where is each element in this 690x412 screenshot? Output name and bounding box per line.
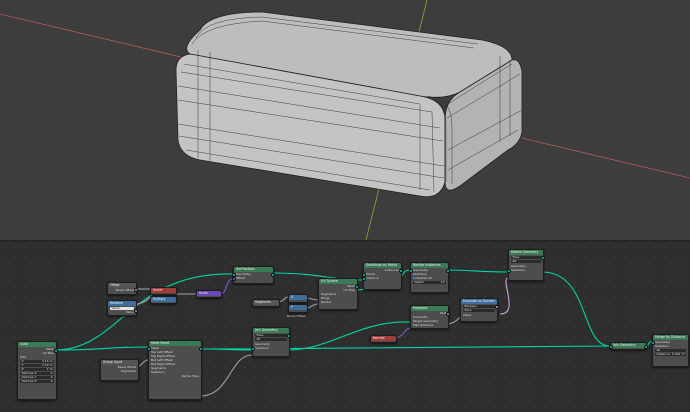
- link-evaluate-to-delete: [499, 277, 510, 315]
- node-cube[interactable]: Cube Mesh UV Map Size X 2.15 m Y 1.34 m Z1…: [17, 341, 58, 400]
- node-distribute-points[interactable]: Distribute on Points Instances Points In…: [362, 262, 403, 290]
- merge-distance-field[interactable]: Distance 0.001 m: [655, 352, 686, 356]
- node-links: [54, 269, 653, 397]
- evaluate-domain-dropdown[interactable]: Face: [463, 308, 495, 312]
- realize-depth-field[interactable]: Depth 10: [413, 280, 446, 284]
- evaluate-type-dropdown[interactable]: Boolean: [463, 304, 495, 308]
- delete-geometry-socket[interactable]: [507, 269, 512, 274]
- 3d-viewport[interactable]: [0, 0, 690, 240]
- node-join-geometry[interactable]: Join Geometry: [609, 342, 648, 350]
- merge-mode-dropdown[interactable]: All: [655, 348, 686, 352]
- node-merge-by-distance[interactable]: Merge by Distance Geometry Selection All…: [651, 334, 689, 367]
- cube-size-y-field[interactable]: Y 1.34 m: [20, 363, 54, 367]
- node-join-geometry-mid-header[interactable]: Join Geometry: [253, 328, 289, 333]
- node-join-geometry-mid[interactable]: Join Geometry Face All Geometry Selectio…: [251, 327, 291, 357]
- geometry-node-editor[interactable]: Cube Mesh UV Map Size X 2.15 m Y 1.34 m Z1…: [0, 242, 690, 412]
- node-scale[interactable]: Scale: [196, 290, 222, 298]
- merge-row-selection: Selection: [655, 344, 669, 348]
- set-position-offset: Offset: [236, 276, 246, 280]
- node-delete-geometry-header[interactable]: Delete Geometry: [509, 250, 543, 255]
- cube-size-z-field[interactable]: Z1 m: [20, 367, 54, 371]
- cube-size-x-field[interactable]: X 2.15 m: [20, 359, 54, 363]
- node-normal[interactable]: Normal: [370, 335, 397, 343]
- node-join-geometry-header[interactable]: Join Geometry: [611, 343, 646, 348]
- node-mesh-bevel[interactable]: Mesh Bevel Mesh Top Left Offset Top Righ…: [147, 340, 203, 400]
- separate-row-max-distance: Max Distance: [413, 323, 434, 327]
- cube-vertices-y-field[interactable]: Vertices Y2: [20, 375, 54, 379]
- node-offset-input[interactable]: Offset Bevel Offset: [107, 282, 138, 295]
- node-group-input[interactable]: Group Input Bevel Offset Segments: [100, 359, 139, 381]
- node-uv-sphere[interactable]: UV Sphere Mesh UV Map Segments Rings Rad…: [318, 278, 359, 310]
- node-evaluate-domain[interactable]: Evaluate on Domain Boolean Face Value: [460, 298, 499, 322]
- offset-input-field: Bevel Offset: [115, 288, 134, 292]
- rounded-box-object[interactable]: [175, 11, 523, 198]
- join-mid-row-selection: Selection: [255, 345, 269, 350]
- link-cube-to-setpos: [54, 273, 234, 351]
- delete-mode-dropdown[interactable]: All: [511, 259, 541, 263]
- set-position-offset-socket[interactable]: [232, 277, 237, 282]
- delete-domain-dropdown[interactable]: Face: [511, 255, 541, 259]
- node-set-position[interactable]: Set Position Geometry Offset: [232, 266, 275, 284]
- node-y[interactable]: Y: [288, 304, 308, 313]
- node-separate[interactable]: Separate Dist Geometry Target Geometry M…: [410, 305, 450, 329]
- node-multiply-header[interactable]: Multiply: [151, 297, 176, 302]
- node-x-header[interactable]: X: [289, 295, 307, 300]
- node-relative-header[interactable]: Relative: [108, 301, 136, 306]
- delete-row-selection: Selection: [511, 267, 525, 272]
- node-realize-instances[interactable]: Realize Instances Geometry Selection Rea…: [409, 262, 450, 293]
- bevel-offset-reroute-label: Bevel Offset: [287, 314, 306, 318]
- node-invert-header[interactable]: Invert: [151, 288, 176, 293]
- node-segments-input[interactable]: Segments: [252, 299, 280, 307]
- node-scale-header[interactable]: Scale: [197, 291, 221, 296]
- node-invert[interactable]: Invert: [150, 287, 177, 295]
- node-evaluate-domain-header[interactable]: Evaluate on Domain: [461, 299, 497, 304]
- distribute-row-instance: Instance: [366, 276, 379, 280]
- cube-size-label: Size: [20, 355, 27, 359]
- node-multiply[interactable]: Multiply: [150, 296, 177, 304]
- uv-sphere-radius: Radius: [321, 300, 332, 304]
- relative-out-value: Value: [125, 310, 134, 314]
- relative-value-field[interactable]: Value: [110, 306, 134, 310]
- distribute-instance-socket[interactable]: [362, 277, 367, 282]
- realize-all-checkbox[interactable]: [413, 276, 416, 279]
- realize-all-toggle[interactable]: Realize All: [411, 276, 448, 280]
- join-mid-domain-dropdown[interactable]: Face: [255, 333, 287, 337]
- cube-vertices-x-field[interactable]: Vertices X2: [20, 371, 54, 375]
- node-y-header[interactable]: Y: [289, 305, 307, 310]
- viewport-scene: [0, 0, 690, 240]
- mesh-bevel-out-vertex-face: Vertex Face: [181, 374, 199, 378]
- join-geometry-in-socket[interactable]: [609, 345, 614, 350]
- node-relative[interactable]: Relative Value Value: [107, 300, 138, 316]
- cube-vertices-z-field[interactable]: Vertices Z2: [20, 379, 54, 383]
- link-realize-to-delete: [446, 269, 509, 273]
- node-normal-header[interactable]: Normal: [371, 336, 396, 341]
- link-delete-to-join: [541, 271, 611, 347]
- join-mid-geometry-socket[interactable]: [251, 347, 256, 352]
- node-delete-geometry[interactable]: Delete Geometry Face All Geometry Select…: [507, 249, 545, 281]
- join-mid-mode-dropdown[interactable]: All: [255, 337, 287, 341]
- node-x[interactable]: X: [288, 294, 308, 303]
- group-input-segments: Segments: [120, 369, 136, 373]
- node-segments-input-header[interactable]: Segments: [253, 300, 279, 305]
- evaluate-row-value: Value: [463, 312, 472, 317]
